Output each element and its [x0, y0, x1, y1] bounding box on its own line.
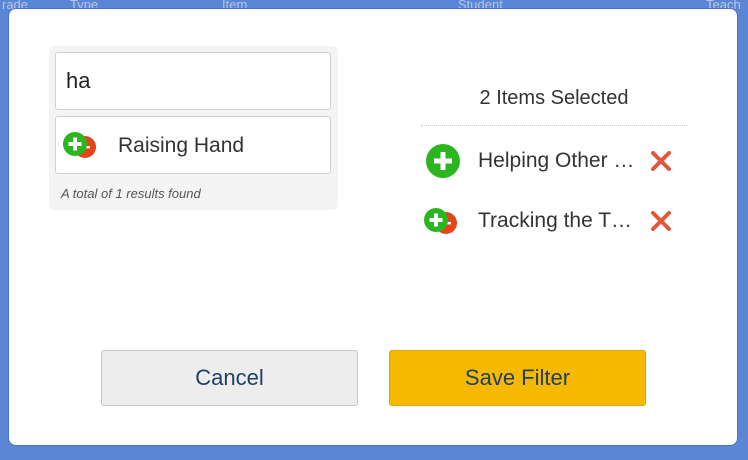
remove-icon[interactable]	[650, 150, 672, 172]
result-count: A total of 1 results found	[61, 186, 201, 201]
search-result-label: Raising Hand	[118, 134, 245, 157]
remove-icon[interactable]	[650, 210, 672, 232]
plus-icon	[426, 144, 460, 178]
search-result-item[interactable]: Raising Hand	[55, 116, 331, 174]
selected-item: Helping Other …	[421, 141, 687, 181]
search-input[interactable]: ha	[55, 52, 331, 110]
selected-item-label: Helping Other …	[478, 149, 635, 172]
cancel-button[interactable]: Cancel	[101, 350, 358, 406]
selected-item-label: Tracking the T…	[478, 209, 633, 232]
selected-item: Tracking the T…	[421, 201, 687, 241]
divider	[421, 125, 687, 126]
search-panel: ha Raising Hand A total of 1 results fou…	[49, 46, 338, 210]
plus-minus-icon	[63, 132, 96, 158]
filter-modal: ha Raising Hand A total of 1 results fou…	[8, 8, 738, 446]
selected-items-title: 2 Items Selected	[479, 87, 629, 109]
save-filter-button[interactable]: Save Filter	[389, 350, 646, 406]
plus-minus-icon	[424, 208, 457, 234]
